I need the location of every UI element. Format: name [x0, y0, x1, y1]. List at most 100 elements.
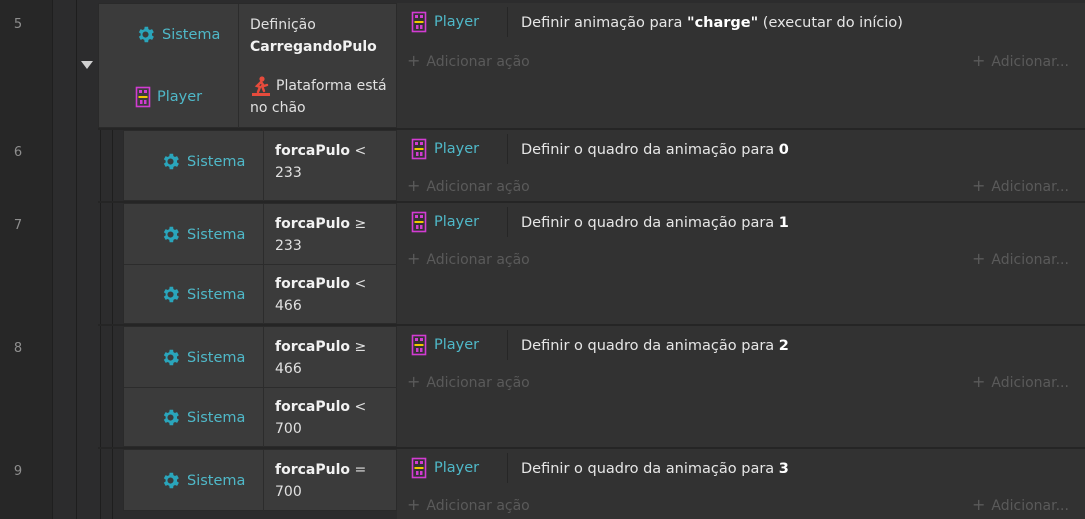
- condition-text[interactable]: forcaPulo < 466: [275, 273, 366, 317]
- actions-panel[interactable]: Player Definir animação para "charge" (e…: [397, 3, 1085, 128]
- actions-panel[interactable]: Player Definir o quadro da animação para…: [397, 203, 1085, 324]
- add-action-button[interactable]: + Adicionar ação: [407, 249, 530, 268]
- action-text[interactable]: Definir o quadro da animação para 2: [521, 338, 789, 354]
- condition-object[interactable]: Sistema: [160, 407, 245, 428]
- object-name: Sistema: [187, 226, 246, 243]
- variable-name: forcaPulo: [275, 143, 351, 159]
- condition-text[interactable]: forcaPulo < 233: [275, 140, 366, 184]
- conditions-panel[interactable]: Sistema forcaPulo ≥ 466 Sistema forcaPul…: [123, 326, 398, 448]
- player-sprite-icon: [411, 334, 427, 356]
- action-object[interactable]: Player: [411, 457, 479, 479]
- variable-name: forcaPulo: [275, 276, 351, 292]
- line-number: 8: [13, 341, 23, 356]
- action-text[interactable]: Definir o quadro da animação para 0: [521, 142, 789, 158]
- condition-value: 466: [275, 298, 302, 314]
- variable-name: forcaPulo: [275, 216, 351, 232]
- condition-object[interactable]: Sistema: [160, 470, 245, 491]
- condition-text[interactable]: forcaPulo ≥ 233: [275, 213, 366, 257]
- add-action-button[interactable]: + Adicionar ação: [407, 51, 530, 70]
- add-more-button[interactable]: + Adicionar...: [972, 249, 1069, 268]
- action-param: "charge": [687, 15, 759, 31]
- actions-panel[interactable]: Player Definir o quadro da animação para…: [397, 449, 1085, 519]
- event-row[interactable]: Sistema forcaPulo ≥ 233 Sistema forcaPul…: [123, 203, 1085, 325]
- condition-text[interactable]: forcaPulo ≥ 466: [275, 336, 366, 380]
- action-text[interactable]: Definir animação para "charge" (executar…: [521, 15, 903, 31]
- event-row[interactable]: Sistema forcaPulo = 700 Player Definir o…: [123, 449, 1085, 519]
- conditions-panel[interactable]: Sistema forcaPulo = 700: [123, 449, 397, 512]
- gear-icon: [160, 407, 181, 428]
- operator: ≥: [354, 339, 367, 355]
- object-name: Player: [434, 460, 480, 476]
- gear-icon: [160, 224, 181, 245]
- collapse-toggle-icon[interactable]: [81, 61, 93, 69]
- action-text-part: (executar do início): [758, 15, 903, 31]
- object-name: Sistema: [187, 349, 246, 366]
- add-more-button[interactable]: + Adicionar...: [972, 372, 1069, 391]
- action-param: 2: [778, 338, 789, 354]
- add-more-button[interactable]: + Adicionar...: [972, 495, 1069, 514]
- condition-value: 233: [275, 165, 302, 181]
- conditions-panel[interactable]: Sistema Definição CarregandoPulo Player …: [98, 3, 397, 129]
- condition-label: Plataforma está: [276, 78, 387, 94]
- object-name: Player: [434, 214, 480, 230]
- gear-icon: [160, 347, 181, 368]
- actions-panel[interactable]: Player Definir o quadro da animação para…: [397, 326, 1085, 447]
- event-row[interactable]: Sistema forcaPulo < 233 Player Definir o…: [123, 130, 1085, 202]
- condition-value: 466: [275, 361, 302, 377]
- object-name: Sistema: [187, 286, 246, 303]
- action-param: 3: [778, 461, 789, 477]
- add-action-button[interactable]: + Adicionar ação: [407, 176, 530, 195]
- operator: ≥: [354, 216, 367, 232]
- add-more-button[interactable]: + Adicionar...: [972, 176, 1069, 195]
- object-name: Sistema: [187, 409, 246, 426]
- variable-name: forcaPulo: [275, 399, 351, 415]
- action-object[interactable]: Player: [411, 211, 479, 233]
- action-text-part: Definir animação para: [521, 15, 688, 31]
- object-name: Sistema: [187, 153, 246, 170]
- platformer-icon: [250, 75, 272, 97]
- action-param: 1: [778, 215, 789, 231]
- condition-value: CarregandoPulo: [250, 39, 377, 55]
- condition-object[interactable]: Sistema: [160, 347, 245, 368]
- line-number-gutter: [0, 0, 53, 519]
- condition-object[interactable]: Player: [135, 86, 202, 108]
- add-more-button[interactable]: + Adicionar...: [972, 51, 1069, 70]
- condition-text[interactable]: Plataforma está no chão: [250, 75, 387, 119]
- condition-text[interactable]: forcaPulo = 700: [275, 459, 366, 503]
- condition-object[interactable]: Sistema: [160, 284, 245, 305]
- conditions-panel[interactable]: Sistema forcaPulo < 233: [123, 130, 397, 202]
- variable-name: forcaPulo: [275, 462, 351, 478]
- indent-guide: [76, 0, 77, 519]
- conditions-panel[interactable]: Sistema forcaPulo ≥ 233 Sistema forcaPul…: [123, 203, 398, 325]
- action-object[interactable]: Player: [411, 334, 479, 356]
- variable-name: forcaPulo: [275, 339, 351, 355]
- object-name: Player: [434, 14, 480, 30]
- action-object[interactable]: Player: [411, 11, 479, 33]
- actions-panel[interactable]: Player Definir o quadro da animação para…: [397, 130, 1085, 201]
- condition-label: Definição: [250, 17, 316, 33]
- condition-object[interactable]: Sistema: [160, 151, 245, 172]
- add-action-button[interactable]: + Adicionar ação: [407, 372, 530, 391]
- player-sprite-icon: [135, 86, 151, 108]
- player-sprite-icon: [411, 457, 427, 479]
- condition-text[interactable]: forcaPulo < 700: [275, 396, 366, 440]
- player-sprite-icon: [411, 138, 427, 160]
- event-row[interactable]: Sistema forcaPulo ≥ 466 Sistema forcaPul…: [123, 326, 1085, 448]
- action-text[interactable]: Definir o quadro da animação para 1: [521, 215, 789, 231]
- condition-value: 233: [275, 238, 302, 254]
- event-row[interactable]: Sistema Definição CarregandoPulo Player …: [98, 3, 1085, 129]
- add-action-button[interactable]: + Adicionar ação: [407, 495, 530, 514]
- condition-text[interactable]: Definição CarregandoPulo: [250, 14, 377, 58]
- gear-icon: [160, 470, 181, 491]
- action-text-part: Definir o quadro da animação para: [521, 142, 779, 158]
- line-number: 6: [13, 145, 23, 160]
- condition-object[interactable]: Sistema: [135, 24, 220, 45]
- operator: <: [354, 399, 367, 415]
- condition-object[interactable]: Sistema: [160, 224, 245, 245]
- player-sprite-icon: [411, 11, 427, 33]
- action-text[interactable]: Definir o quadro da animação para 3: [521, 461, 789, 477]
- object-name: Sistema: [162, 26, 221, 43]
- object-name: Player: [434, 141, 480, 157]
- action-object[interactable]: Player: [411, 138, 479, 160]
- action-text-part: Definir o quadro da animação para: [521, 461, 779, 477]
